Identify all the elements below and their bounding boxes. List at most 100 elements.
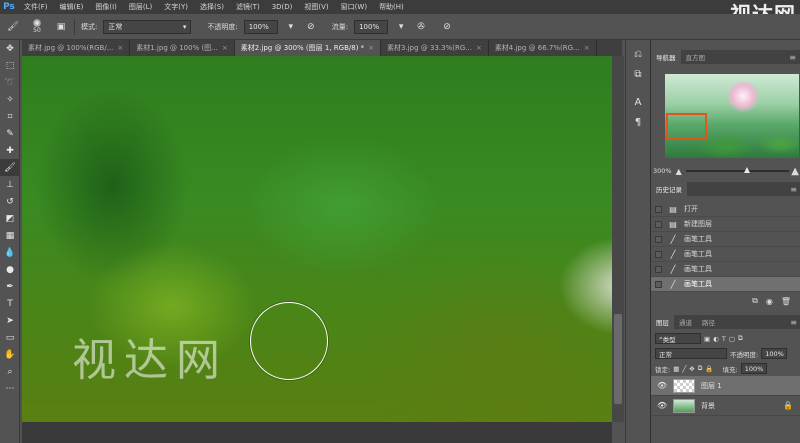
- history-source-checkbox[interactable]: [655, 205, 662, 213]
- tab-layers[interactable]: 图层: [651, 315, 674, 329]
- close-icon[interactable]: ×: [222, 44, 228, 52]
- mode-select[interactable]: 正常 ▾: [103, 19, 192, 34]
- filter-pixel-icon[interactable]: ▣: [704, 335, 710, 343]
- zoom-icon[interactable]: ⌕: [0, 363, 20, 380]
- move-icon[interactable]: ✥: [0, 40, 20, 57]
- gradient-icon[interactable]: ▦: [0, 227, 20, 244]
- clone-stamp-icon[interactable]: ⊥: [0, 176, 20, 193]
- camera-icon[interactable]: ◉: [766, 297, 773, 306]
- tab-histogram[interactable]: 直方图: [681, 50, 711, 64]
- menu-3d[interactable]: 3D(D): [266, 3, 299, 11]
- flow-input[interactable]: 100%: [354, 19, 389, 34]
- brush-preset-picker[interactable]: 50: [26, 17, 48, 37]
- filter-type-icon[interactable]: T: [722, 335, 726, 343]
- visibility-eye-icon[interactable]: 👁: [657, 401, 667, 410]
- menu-image[interactable]: 图像(I): [89, 2, 123, 12]
- shape-icon[interactable]: ▭: [0, 329, 20, 346]
- healing-brush-icon[interactable]: ✚: [0, 142, 20, 159]
- menu-help[interactable]: 帮助(H): [373, 2, 410, 12]
- history-item[interactable]: ╱ 画笔工具: [651, 262, 800, 277]
- hand-icon[interactable]: ✋: [0, 346, 20, 363]
- menu-layer[interactable]: 图层(L): [123, 2, 158, 12]
- lock-all-icon[interactable]: 🔒: [705, 365, 713, 373]
- visibility-eye-icon[interactable]: 👁: [657, 381, 667, 390]
- history-source-checkbox[interactable]: [655, 220, 662, 228]
- panel-menu-icon[interactable]: ≡: [789, 53, 800, 62]
- close-icon[interactable]: ×: [117, 44, 123, 52]
- chevron-down-icon[interactable]: ▾: [394, 20, 408, 34]
- filter-adjust-icon[interactable]: ◐: [713, 335, 719, 343]
- history-item[interactable]: ╱ 画笔工具: [651, 277, 800, 292]
- lock-pixels-icon[interactable]: ╱: [682, 365, 686, 373]
- tab-navigator[interactable]: 导航器: [651, 50, 681, 64]
- pressure-opacity-icon[interactable]: ⊘: [304, 20, 318, 34]
- properties-panel-icon[interactable]: ⧉: [626, 64, 650, 84]
- menu-file[interactable]: 文件(F): [18, 2, 54, 12]
- brush-icon[interactable]: 🖌: [0, 159, 20, 176]
- marquee-icon[interactable]: ⬚: [0, 57, 20, 74]
- more-tools-icon[interactable]: ⋯: [0, 380, 20, 397]
- paragraph-panel-icon[interactable]: ¶: [626, 112, 650, 132]
- magic-wand-icon[interactable]: ✧: [0, 91, 20, 108]
- filter-shape-icon[interactable]: ▢: [729, 335, 735, 343]
- layer-row-background[interactable]: 👁 背景 🔒: [651, 396, 800, 416]
- layer-opacity-input[interactable]: 100%: [761, 348, 788, 359]
- eyedropper-icon[interactable]: ✎: [0, 125, 20, 142]
- scrollbar-thumb[interactable]: [614, 314, 622, 404]
- history-item[interactable]: ▤ 新建图层: [651, 217, 800, 232]
- menu-filter[interactable]: 滤镜(T): [230, 2, 266, 12]
- history-source-checkbox[interactable]: [655, 265, 662, 273]
- document-canvas[interactable]: 视达网: [22, 56, 612, 422]
- opacity-input[interactable]: 100%: [243, 19, 278, 34]
- history-panel-icon[interactable]: ⎌: [626, 44, 650, 64]
- dodge-icon[interactable]: ●: [0, 261, 20, 278]
- new-document-from-state-icon[interactable]: ⧉: [752, 296, 758, 306]
- lock-artboard-icon[interactable]: ⧉: [698, 364, 703, 373]
- zoom-out-icon[interactable]: ▲: [676, 167, 682, 176]
- eraser-icon[interactable]: ◩: [0, 210, 20, 227]
- menu-edit[interactable]: 编辑(E): [54, 2, 90, 12]
- menu-window[interactable]: 窗口(W): [335, 2, 373, 12]
- pressure-size-icon[interactable]: ⊘: [440, 20, 454, 34]
- type-icon[interactable]: T: [0, 295, 20, 312]
- menu-view[interactable]: 视图(V): [298, 2, 334, 12]
- document-tab[interactable]: 素材2.jpg @ 300% (图层 1, RGB/8) * ×: [234, 40, 382, 56]
- brush-tool-preset-icon[interactable]: 🖌: [6, 20, 20, 34]
- zoom-in-icon[interactable]: ▲: [791, 166, 799, 177]
- lock-transparent-icon[interactable]: ▦: [673, 365, 679, 373]
- history-item[interactable]: ╱ 画笔工具: [651, 232, 800, 247]
- history-source-checkbox[interactable]: [655, 280, 662, 288]
- pen-icon[interactable]: ✒: [0, 278, 20, 295]
- lock-position-icon[interactable]: ✥: [689, 365, 694, 373]
- close-icon[interactable]: ×: [584, 44, 590, 52]
- document-tab[interactable]: 素材3.jpg @ 33.3%(RG... ×: [381, 40, 489, 56]
- navigator-zoom-slider[interactable]: [685, 167, 789, 173]
- crop-icon[interactable]: ⌗: [0, 108, 20, 125]
- history-source-checkbox[interactable]: [655, 250, 662, 258]
- panel-menu-icon[interactable]: ≡: [790, 185, 800, 194]
- document-tab[interactable]: 素材.jpg @ 100%(RGB/... ×: [22, 40, 131, 56]
- lasso-icon[interactable]: ➰: [0, 74, 20, 91]
- navigator-view-box[interactable]: [666, 113, 707, 139]
- fill-input[interactable]: 100%: [740, 363, 767, 374]
- history-brush-icon[interactable]: ↺: [0, 193, 20, 210]
- document-tab[interactable]: 素材4.jpg @ 66.7%(RG... ×: [489, 40, 597, 56]
- trash-icon[interactable]: 🗑: [781, 297, 791, 306]
- layer-filter-select[interactable]: ⌕ 类型: [655, 333, 701, 344]
- character-panel-icon[interactable]: A: [626, 92, 650, 112]
- blend-mode-select[interactable]: 正常: [655, 348, 727, 359]
- brush-panel-toggle-icon[interactable]: ▣: [54, 20, 68, 34]
- panel-menu-icon[interactable]: ≡: [790, 318, 800, 327]
- history-item[interactable]: ╱ 画笔工具: [651, 247, 800, 262]
- filter-smart-icon[interactable]: ⧉: [738, 334, 743, 343]
- tab-history[interactable]: 历史记录: [651, 182, 687, 196]
- menu-select[interactable]: 选择(S): [194, 2, 230, 12]
- chevron-down-icon[interactable]: ▾: [284, 20, 298, 34]
- history-source-checkbox[interactable]: [655, 235, 662, 243]
- zoom-slider-knob[interactable]: [743, 167, 750, 173]
- path-selection-icon[interactable]: ➤: [0, 312, 20, 329]
- close-icon[interactable]: ×: [476, 44, 482, 52]
- tab-channels[interactable]: 通道: [674, 315, 697, 329]
- blur-icon[interactable]: 💧: [0, 244, 20, 261]
- close-icon[interactable]: ×: [368, 44, 374, 52]
